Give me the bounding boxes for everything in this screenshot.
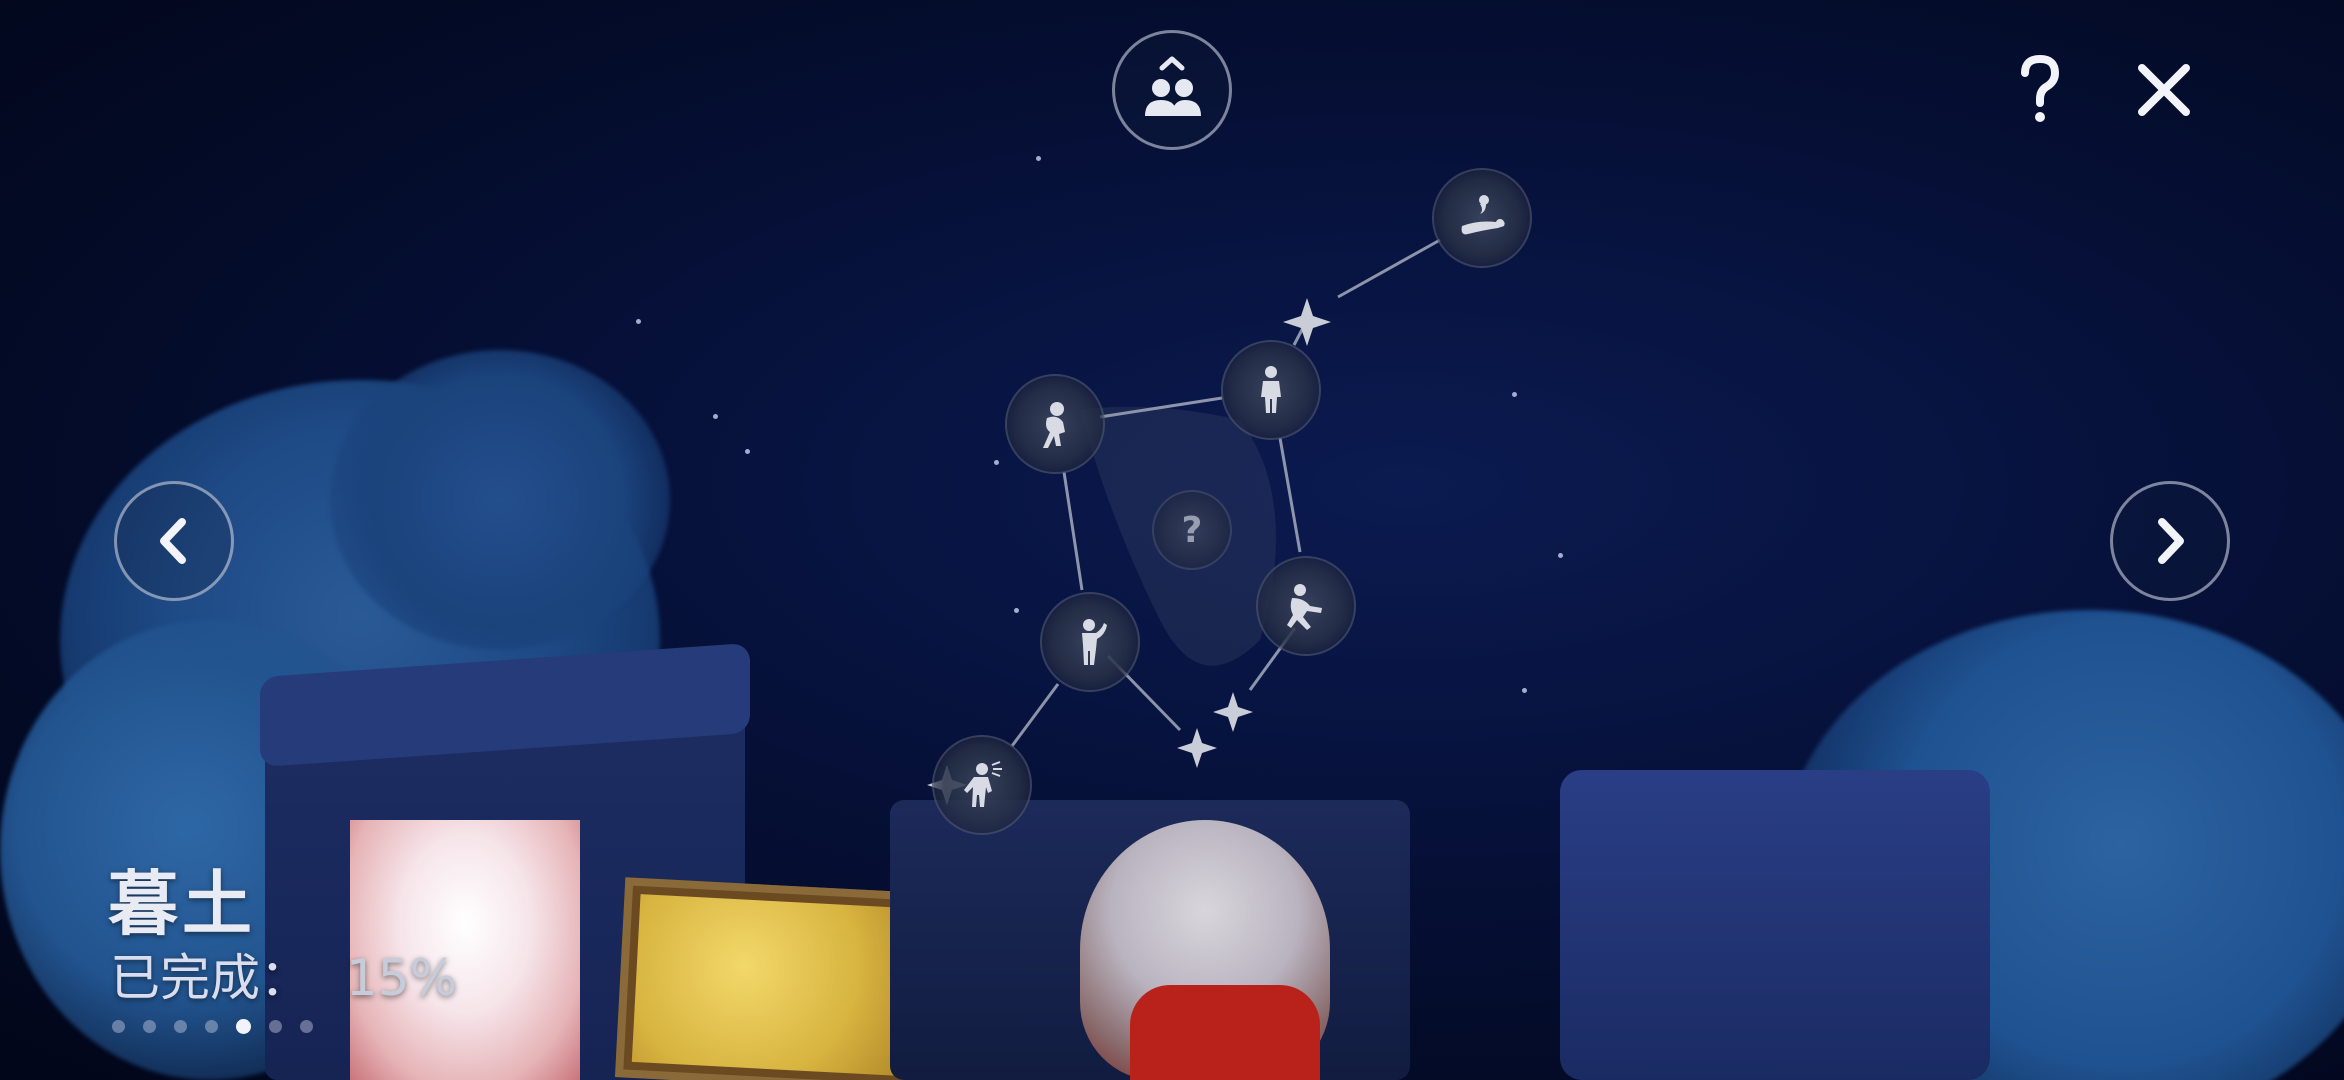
star-sparkle-icon — [1283, 298, 1331, 346]
progress-value: 15% — [346, 949, 458, 1007]
saluting-spirit-icon — [1082, 619, 1107, 665]
spirit-node-crouching[interactable] — [1005, 374, 1105, 474]
star-sparkle-icon — [1213, 692, 1253, 732]
constellation-line — [1010, 683, 1060, 747]
page-dot-active — [236, 1019, 251, 1034]
page-dot — [300, 1020, 313, 1033]
game-scene: ? 暮土 已完成： 15% — [0, 0, 2344, 1080]
close-button[interactable] — [2132, 58, 2196, 122]
shouting-spirit-icon — [964, 761, 1002, 807]
constellation-line — [1278, 437, 1302, 553]
next-realm-button[interactable] — [2110, 481, 2230, 601]
progress-label: 已完成： — [110, 949, 310, 1007]
realm-progress: 已完成： 15% — [110, 938, 457, 1010]
realm-page-indicator — [112, 1019, 313, 1034]
standing-spirit-icon — [1261, 366, 1281, 413]
question-mark-icon — [2021, 55, 2060, 122]
page-dot — [143, 1020, 156, 1033]
page-dot — [205, 1020, 218, 1033]
lying-spirit-icon — [1461, 195, 1505, 235]
friends-icon — [1145, 56, 1201, 116]
star-sparkle-icon — [1177, 728, 1217, 768]
crouching-spirit-icon — [1043, 402, 1065, 448]
spirit-node-saluting[interactable] — [1040, 592, 1140, 692]
chevron-left-icon — [160, 518, 186, 564]
page-dot — [112, 1020, 125, 1033]
spirit-node-shouting[interactable] — [932, 735, 1032, 835]
constellation-line — [1062, 471, 1084, 591]
page-dot — [174, 1020, 187, 1033]
constellation-line — [1337, 238, 1441, 299]
spirit-node-unknown[interactable]: ? — [1152, 490, 1232, 570]
help-button[interactable] — [2010, 50, 2070, 130]
page-dot — [269, 1020, 282, 1033]
spirit-node-lying[interactable] — [1432, 168, 1532, 268]
spirit-node-standing[interactable] — [1221, 340, 1321, 440]
close-x-icon — [2138, 64, 2190, 116]
realm-title: 暮土 — [108, 863, 256, 945]
friends-constellation-button[interactable] — [1112, 30, 1232, 150]
previous-realm-button[interactable] — [114, 481, 234, 601]
running-spirit-icon — [1287, 584, 1322, 630]
unknown-spirit-label: ? — [1181, 509, 1203, 551]
spirit-node-running[interactable] — [1256, 556, 1356, 656]
chevron-right-icon — [2158, 518, 2184, 564]
